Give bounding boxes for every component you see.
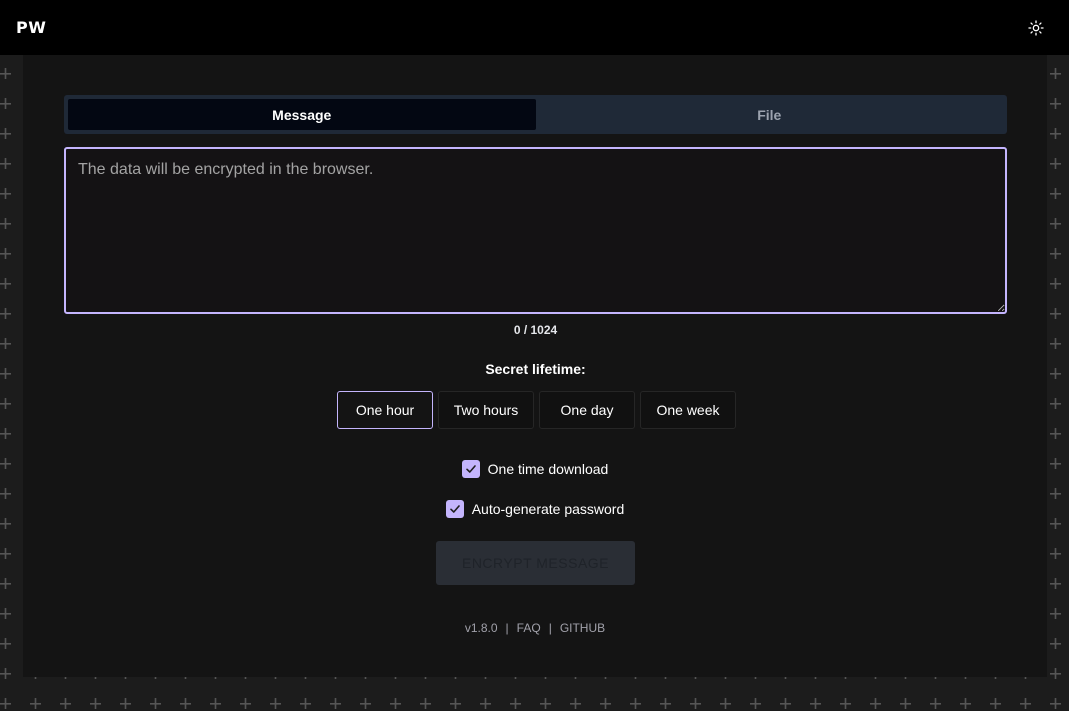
lifetime-label: Secret lifetime: (485, 361, 586, 377)
encrypt-button[interactable]: ENCRYPT MESSAGE (436, 541, 635, 585)
lifetime-options: One hour Two hours One day One week (337, 391, 736, 429)
sun-icon[interactable] (1027, 19, 1045, 37)
message-input[interactable] (64, 147, 1007, 314)
lifetime-two-hours-button[interactable]: Two hours (438, 391, 534, 429)
lifetime-one-day-button[interactable]: One day (539, 391, 635, 429)
mode-tabs: Message File (64, 95, 1007, 134)
footer-separator: | (505, 621, 509, 635)
one-time-download-checkbox[interactable] (461, 460, 480, 478)
footer-separator: | (548, 621, 552, 635)
github-link[interactable]: GITHUB (560, 621, 605, 635)
tab-file[interactable]: File (536, 99, 1004, 130)
check-icon (465, 465, 476, 473)
main-panel: Message File 0 / 1024 Secret lifetime: O… (23, 55, 1047, 677)
lifetime-one-hour-button[interactable]: One hour (337, 391, 433, 429)
lifetime-one-week-button[interactable]: One week (640, 391, 736, 429)
auto-password-option: Auto-generate password (23, 500, 1047, 518)
version-label: v1.8.0 (464, 621, 498, 635)
auto-password-checkbox[interactable] (445, 500, 464, 518)
footer: v1.8.0 | FAQ | GITHUB (23, 621, 1047, 635)
top-bar: PW (0, 0, 1069, 55)
one-time-download-label[interactable]: One time download (488, 461, 609, 477)
faq-link[interactable]: FAQ (517, 621, 541, 635)
tab-message[interactable]: Message (68, 99, 536, 130)
auto-password-label[interactable]: Auto-generate password (472, 501, 625, 517)
character-counter: 0 / 1024 (513, 323, 558, 337)
one-time-download-option: One time download (23, 460, 1047, 478)
app-logo[interactable]: PW (16, 18, 46, 37)
check-icon (449, 505, 460, 513)
